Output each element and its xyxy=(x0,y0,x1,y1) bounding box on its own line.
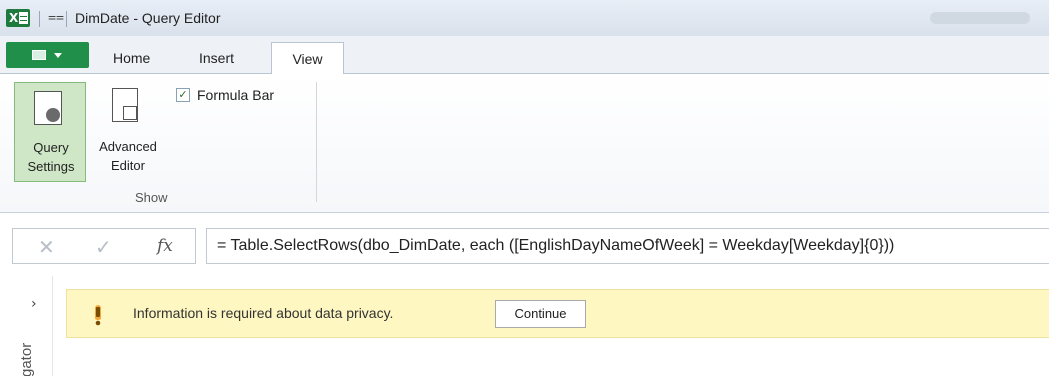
file-menu-button[interactable] xyxy=(6,42,89,68)
advanced-editor-label[interactable]: Advanced xyxy=(88,139,168,154)
tab-home[interactable]: Home xyxy=(113,50,150,66)
formula-bar-label[interactable]: Formula Bar xyxy=(197,87,274,103)
advanced-editor-label[interactable]: Editor xyxy=(88,158,168,173)
ribbon-tabs: Home Insert View xyxy=(0,36,1049,75)
formula-bar: ✕ ✓ fx = Table.SelectRows(dbo_DimDate, e… xyxy=(0,213,1049,275)
group-divider xyxy=(316,82,317,202)
continue-button[interactable]: Continue xyxy=(495,300,586,328)
tab-view[interactable]: View xyxy=(271,42,344,75)
quick-access-dropdown-icon[interactable]: ⩵ xyxy=(48,9,64,25)
file-icon xyxy=(32,50,46,60)
cancel-icon[interactable]: ✕ xyxy=(38,235,55,259)
confirm-icon[interactable]: ✓ xyxy=(95,235,112,259)
editor-icon xyxy=(123,106,137,120)
title-separator xyxy=(39,11,40,27)
user-account[interactable] xyxy=(930,12,1030,24)
ribbon: Query Settings Advanced Editor ✓ Formula… xyxy=(0,74,1049,213)
warning-icon xyxy=(95,305,101,326)
formula-input[interactable]: = Table.SelectRows(dbo_DimDate, each ([E… xyxy=(206,228,1049,264)
advanced-editor-icon[interactable] xyxy=(112,88,138,122)
show-group-label: Show xyxy=(135,190,168,205)
fx-icon[interactable]: fx xyxy=(157,236,173,256)
privacy-message: Information is required about data priva… xyxy=(133,305,394,321)
tab-insert[interactable]: Insert xyxy=(199,50,234,66)
expand-navigator-icon[interactable]: › xyxy=(31,296,37,312)
chevron-down-icon xyxy=(54,53,62,58)
gear-icon xyxy=(46,108,60,122)
title-bar: X ⩵ DimDate - Query Editor xyxy=(0,0,1049,36)
query-settings-label: Query xyxy=(33,140,69,155)
query-settings-icon xyxy=(34,91,62,125)
query-settings-button[interactable]: Query Settings xyxy=(14,82,86,182)
navigator-label: gator xyxy=(18,342,35,376)
query-settings-label: Settings xyxy=(27,159,75,174)
excel-icon[interactable]: X xyxy=(6,9,30,27)
privacy-notice-banner: Information is required about data priva… xyxy=(66,289,1049,338)
title-separator xyxy=(66,11,67,27)
formula-bar-checkbox[interactable]: ✓ xyxy=(176,88,190,102)
window-title: DimDate - Query Editor xyxy=(75,10,221,26)
navigator-pane: › gator xyxy=(0,276,53,376)
